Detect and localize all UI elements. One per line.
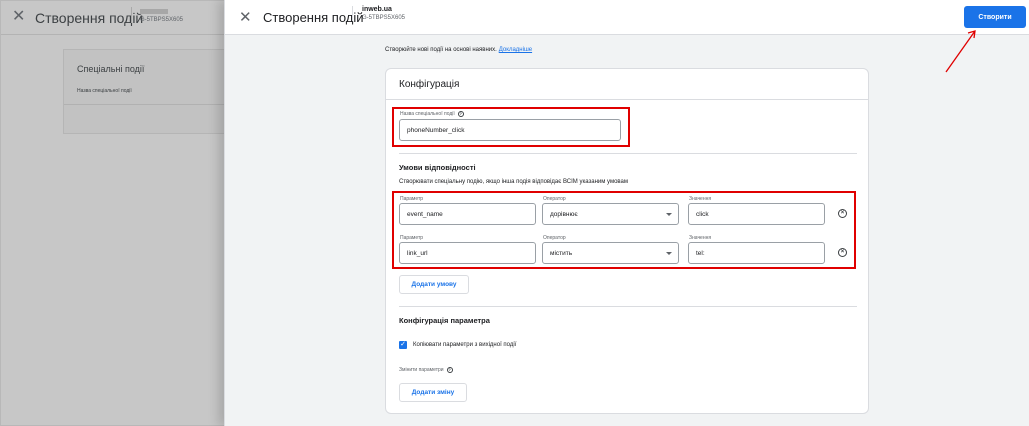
conditions-subtitle: Створювати спеціальну подію, якщо інша п… [399,179,629,185]
background-close-icon: ✕ [12,8,26,25]
help-icon[interactable]: ? [457,111,464,117]
chevron-down-icon [666,252,672,255]
value-input[interactable]: tel: [688,242,825,264]
card-divider [386,99,868,100]
property-id: G-5TBPS5X605 [362,15,406,21]
configuration-card: Конфігурація Назва спеціальної події ? p… [385,68,869,414]
event-name-label: Назва спеціальної події [400,111,455,117]
create-event-panel: ✕ Створення подій inweb.ua G-5TBPS5X605 … [224,0,1029,426]
param-config-title: Конфігурація параметра [399,316,490,325]
param-label: Параметр [400,235,424,241]
section-divider [399,306,857,307]
property-info: inweb.ua G-5TBPS5X605 [352,6,405,21]
panel-header: ✕ Створення подій inweb.ua G-5TBPS5X605 … [225,0,1029,35]
value-label: Значення [689,196,712,202]
add-condition-button[interactable]: Додати умову [399,275,469,294]
value-label: Значення [689,235,712,241]
background-title: Створення подій [35,10,144,26]
operator-label: Оператор [543,196,566,202]
learn-more-link[interactable]: Докладніше [499,47,532,53]
background-card-divider [64,104,241,105]
help-icon[interactable]: ? [446,367,453,373]
add-change-button[interactable]: Додати зміну [399,383,467,402]
param-label: Параметр [400,196,424,202]
modify-params-label: Змінити параметри [399,367,444,373]
background-card: Спеціальні події Назва спеціальної події [63,49,241,134]
param-input[interactable]: link_url [399,242,536,264]
copy-params-checkbox[interactable]: ✓ [399,341,407,349]
modify-params-label-row: Змінити параметри ? [399,367,453,373]
intro-text: Створюйте нові події на основі наявних. Д… [385,47,532,53]
conditions-title: Умови відповідності [399,163,476,172]
create-button[interactable]: Створити [964,6,1026,28]
chevron-down-icon [666,213,672,216]
operator-value: містить [550,250,573,257]
param-input[interactable]: event_name [399,203,536,225]
event-name-input[interactable]: phoneNumber_click [399,119,621,141]
page-title: Створення подій [263,10,364,25]
background-header: ✕ Створення подій G-5TBPS5X605 [1,1,241,35]
operator-select[interactable]: містить [542,242,679,264]
property-name: inweb.ua [362,6,392,13]
event-name-label-row: Назва спеціальної події ? [400,111,464,117]
background-property-name [140,9,168,14]
background-card-title: Спеціальні події [77,64,145,74]
copy-params-label: Копіювати параметри з вихідної події [413,342,517,348]
value-input[interactable]: click [688,203,825,225]
remove-condition-icon[interactable]: × [838,209,847,218]
section-divider [399,153,857,154]
intro-description: Створюйте нові події на основі наявних. [385,47,497,53]
annotation-arrow-icon [945,30,976,73]
background-property: G-5TBPS5X605 [131,7,183,23]
operator-value: дорівнює [550,211,578,218]
operator-select[interactable]: дорівнює [542,203,679,225]
configuration-title: Конфігурація [399,79,460,90]
background-card-label: Назва спеціальної події [77,88,132,94]
close-icon[interactable]: ✕ [239,10,252,25]
background-property-id: G-5TBPS5X605 [140,17,184,23]
operator-label: Оператор [543,235,566,241]
remove-condition-icon[interactable]: × [838,248,847,257]
